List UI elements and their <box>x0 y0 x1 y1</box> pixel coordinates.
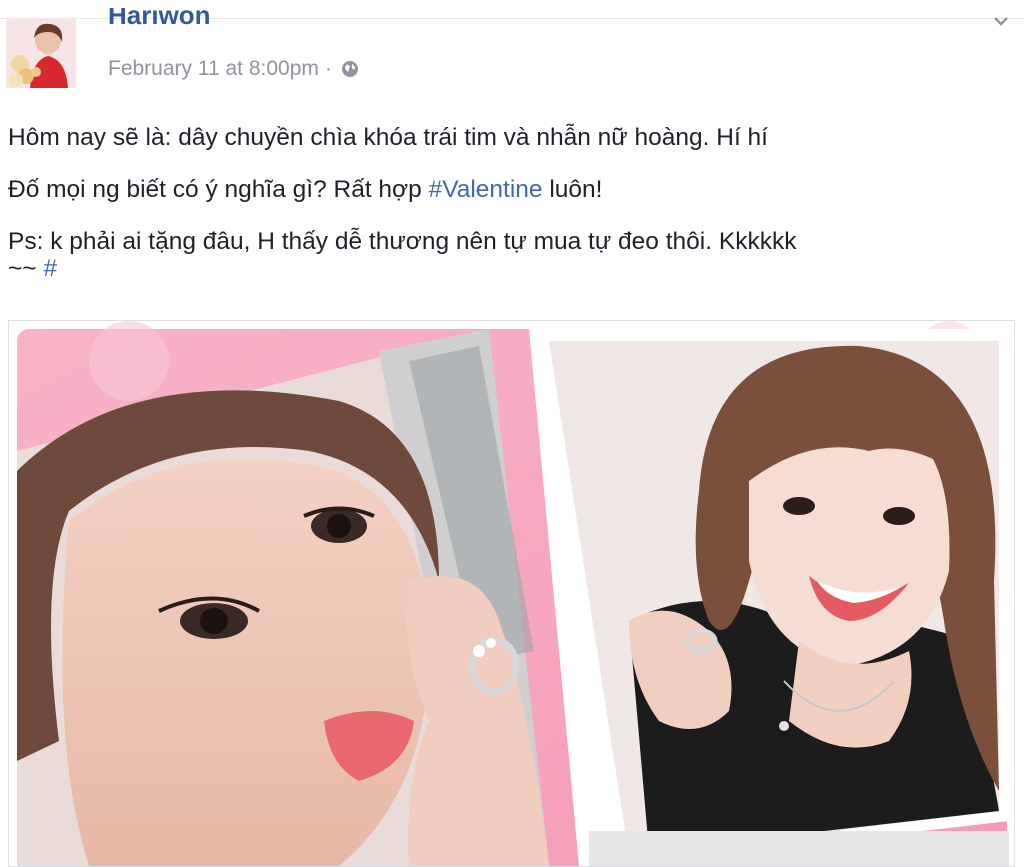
avatar-photo <box>6 18 76 88</box>
avatar[interactable] <box>6 18 76 88</box>
globe-icon[interactable] <box>340 59 360 79</box>
post-meta: February 11 at 8:00pm · <box>108 56 360 82</box>
post-line-text: Đố mọi ng biết có ý nghĩa gì? Rất hợp <box>8 176 429 203</box>
post-line-text: ~~ <box>8 255 44 276</box>
chevron-down-icon[interactable] <box>990 10 1012 32</box>
post-line-text: luôn! <box>542 176 603 203</box>
post-author-name[interactable]: Hariwon <box>108 8 211 38</box>
post-line: Hôm nay sẽ là: dây chuyền chìa khóa trái… <box>8 124 768 151</box>
post-timestamp[interactable]: February 11 at 8:00pm <box>108 56 319 82</box>
hashtag-link[interactable]: #Valentine <box>429 176 543 203</box>
post-line: Đố mọi ng biết có ý nghĩa gì? Rất hợp #V… <box>8 164 1008 216</box>
hashtag-link[interactable]: # <box>43 255 57 276</box>
post-photo[interactable] <box>8 320 1015 867</box>
collage-photo <box>17 321 1009 866</box>
post-text: Hôm nay sẽ là: dây chuyền chìa khóa trái… <box>8 112 1008 276</box>
meta-separator: · <box>324 57 332 80</box>
